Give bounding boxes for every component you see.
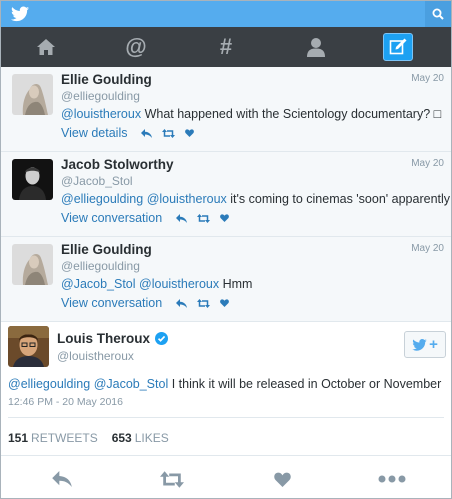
like-icon[interactable] bbox=[220, 214, 230, 222]
main-tweet-text-body: I think it will be released in October o… bbox=[168, 377, 442, 391]
tweet-item[interactable]: Jacob Stolworthy @Jacob_Stol May 20 @ell… bbox=[1, 152, 451, 237]
tweet-text: @louistheroux What happened with the Sci… bbox=[61, 107, 441, 121]
likes-label: LIKES bbox=[134, 431, 169, 445]
search-icon bbox=[432, 8, 444, 20]
mention-link[interactable]: @louistheroux bbox=[61, 107, 141, 121]
divider bbox=[1, 455, 451, 456]
retweet-icon[interactable] bbox=[162, 128, 176, 138]
mention-link[interactable]: @elliegoulding bbox=[8, 377, 90, 391]
profile-icon bbox=[307, 38, 325, 57]
reply-icon[interactable] bbox=[176, 213, 188, 223]
mention-link[interactable]: @elliegoulding bbox=[61, 192, 143, 206]
main-tweet-handle[interactable]: @louistheroux bbox=[57, 349, 134, 363]
view-details-link[interactable]: View details bbox=[61, 126, 127, 140]
avatar[interactable] bbox=[8, 326, 49, 367]
mention-link[interactable]: @Jacob_Stol bbox=[61, 277, 136, 291]
avatar[interactable] bbox=[12, 244, 53, 285]
main-tweet-text: @elliegoulding @Jacob_Stol I think it wi… bbox=[8, 377, 441, 391]
main-tweet-actions bbox=[1, 467, 451, 491]
nav-home[interactable] bbox=[1, 27, 91, 67]
hashtag-icon: # bbox=[219, 34, 233, 59]
tweet-date[interactable]: May 20 bbox=[411, 73, 444, 84]
tweet-date[interactable]: May 20 bbox=[411, 243, 444, 254]
avatar[interactable] bbox=[12, 159, 53, 200]
tweet-text: @elliegoulding @louistheroux it's coming… bbox=[61, 192, 450, 206]
tweet-text: @Jacob_Stol @louistheroux Hmm bbox=[61, 277, 252, 291]
tweet-actions: View details bbox=[61, 126, 204, 140]
nav-profile[interactable] bbox=[271, 27, 361, 67]
tweet-actions: View conversation bbox=[61, 296, 239, 310]
main-tweet: Louis Theroux @louistheroux + @elliegoul… bbox=[1, 322, 451, 498]
twitter-bird-icon[interactable] bbox=[11, 6, 29, 22]
tweet-text-body: What happened with the Scientology docum… bbox=[141, 107, 442, 121]
main-tweet-author-name[interactable]: Louis Theroux bbox=[57, 331, 150, 346]
tweet-text-body: Hmm bbox=[219, 277, 253, 291]
nav-bar: @ # bbox=[1, 27, 451, 67]
like-icon[interactable] bbox=[185, 129, 195, 137]
more-dots-icon bbox=[378, 475, 406, 483]
retweet-icon[interactable] bbox=[197, 213, 211, 223]
like-icon bbox=[273, 472, 291, 487]
nav-discover[interactable]: # bbox=[181, 27, 271, 67]
follow-plus-label: + bbox=[429, 336, 438, 353]
tweet-author-name[interactable]: Jacob Stolworthy bbox=[61, 157, 174, 172]
twitter-widget: @ # Ellie Goulding @elliegoulding May 20… bbox=[0, 0, 452, 499]
tweet-stats: 151 RETWEETS 653 LIKES bbox=[8, 431, 183, 445]
reply-button[interactable] bbox=[47, 467, 77, 491]
retweets-label: RETWEETS bbox=[31, 431, 98, 445]
like-button[interactable] bbox=[267, 467, 297, 491]
tweet-date[interactable]: May 20 bbox=[411, 158, 444, 169]
follow-button[interactable]: + bbox=[404, 331, 446, 358]
tweet-author-handle[interactable]: @Jacob_Stol bbox=[61, 174, 133, 188]
tweet-item[interactable]: Ellie Goulding @elliegoulding May 20 @Ja… bbox=[1, 237, 451, 322]
avatar[interactable] bbox=[12, 74, 53, 115]
top-bar bbox=[1, 1, 451, 27]
tweet-author-name[interactable]: Ellie Goulding bbox=[61, 242, 152, 257]
tweet-actions: View conversation bbox=[61, 211, 239, 225]
verified-badge-icon bbox=[155, 332, 169, 345]
tweet-author-handle[interactable]: @elliegoulding bbox=[61, 89, 140, 103]
reply-icon[interactable] bbox=[176, 298, 188, 308]
retweets-stat[interactable]: 151 RETWEETS bbox=[8, 431, 98, 445]
more-button[interactable] bbox=[377, 467, 407, 491]
view-conversation-link[interactable]: View conversation bbox=[61, 296, 162, 310]
tweet-text-body: it's coming to cinemas 'soon' apparently bbox=[226, 192, 451, 206]
conversation-thread: Ellie Goulding @elliegoulding May 20 @lo… bbox=[1, 67, 451, 322]
mention-link[interactable]: @Jacob_Stol bbox=[94, 377, 169, 391]
retweet-icon[interactable] bbox=[197, 298, 211, 308]
compose-icon bbox=[389, 38, 407, 55]
mention-link[interactable]: @louistheroux bbox=[147, 192, 227, 206]
retweet-icon bbox=[160, 470, 184, 488]
reply-icon bbox=[52, 471, 72, 487]
mention-link[interactable]: @louistheroux bbox=[139, 277, 219, 291]
tweet-author-name[interactable]: Ellie Goulding bbox=[61, 72, 152, 87]
retweet-button[interactable] bbox=[157, 467, 187, 491]
home-icon bbox=[37, 39, 55, 55]
likes-count: 653 bbox=[111, 431, 132, 445]
main-tweet-timestamp[interactable]: 12:46 PM - 20 May 2016 bbox=[8, 396, 123, 408]
nav-mentions[interactable]: @ bbox=[91, 27, 181, 67]
likes-stat[interactable]: 653 LIKES bbox=[112, 431, 169, 445]
like-icon[interactable] bbox=[220, 299, 230, 307]
divider bbox=[8, 417, 444, 418]
twitter-bird-icon bbox=[412, 338, 427, 351]
search-button[interactable] bbox=[425, 1, 451, 27]
compose-button[interactable] bbox=[383, 33, 413, 61]
tweet-author-handle[interactable]: @elliegoulding bbox=[61, 259, 140, 273]
view-conversation-link[interactable]: View conversation bbox=[61, 211, 162, 225]
main-tweet-author[interactable]: Louis Theroux bbox=[57, 331, 169, 346]
tweet-item[interactable]: Ellie Goulding @elliegoulding May 20 @lo… bbox=[1, 67, 451, 152]
retweets-count: 151 bbox=[8, 431, 29, 445]
reply-icon[interactable] bbox=[141, 128, 153, 138]
at-sign-icon: @ bbox=[125, 34, 147, 59]
